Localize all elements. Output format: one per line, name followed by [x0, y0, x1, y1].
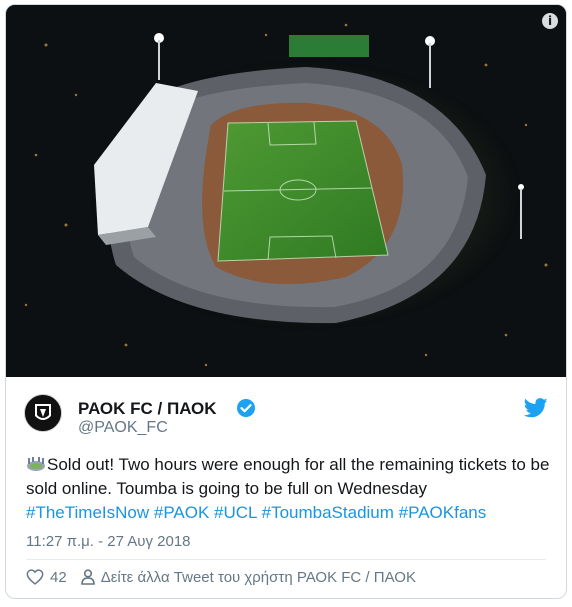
hashtag-link[interactable]: #ToumbaStadium [262, 503, 394, 522]
tweet-card: i ΡΑΟΚ FC / ΠΑΟΚ @PAOK_FC Sold out! Two … [5, 4, 567, 599]
tweet-photo[interactable]: i [6, 5, 566, 377]
tweet-body-text: Sold out! Two hours were enough for all … [26, 455, 550, 498]
twitter-bird-icon[interactable] [524, 397, 548, 419]
verified-badge-icon [237, 399, 255, 417]
hashtag-link[interactable]: #UCL [214, 503, 257, 522]
club-crest-icon [25, 395, 61, 431]
tweet-timestamp[interactable]: 11:27 π.μ. - 27 Αυγ 2018 [26, 533, 191, 550]
stadium-aerial-image [6, 5, 566, 377]
heart-icon[interactable] [26, 569, 44, 585]
view-more-tweets-link[interactable]: Δείτε άλλα Tweet του χρήστη ΡΑΟΚ FC / ΠΑ… [101, 569, 416, 586]
person-icon [80, 569, 95, 585]
tweet-header: ΡΑΟΚ FC / ΠΑΟΚ @PAOK_FC [6, 377, 566, 447]
hashtag-link[interactable]: #PAOKfans [399, 503, 487, 522]
stadium-emoji [27, 457, 45, 471]
hashtag-link[interactable]: #PAOK [154, 503, 209, 522]
divider [26, 559, 546, 560]
hashtag-link[interactable]: #TheTimeIsNow [26, 503, 149, 522]
author-display-name[interactable]: ΡΑΟΚ FC / ΠΑΟΚ [78, 399, 217, 419]
tweet-text: Sold out! Two hours were enough for all … [26, 453, 551, 525]
tweet-actions: 42 Δείτε άλλα Tweet του χρήστη ΡΑΟΚ FC /… [26, 565, 416, 589]
info-icon[interactable]: i [542, 13, 558, 29]
author-handle[interactable]: @PAOK_FC [78, 419, 168, 437]
like-count[interactable]: 42 [50, 569, 67, 586]
avatar[interactable] [24, 394, 62, 432]
